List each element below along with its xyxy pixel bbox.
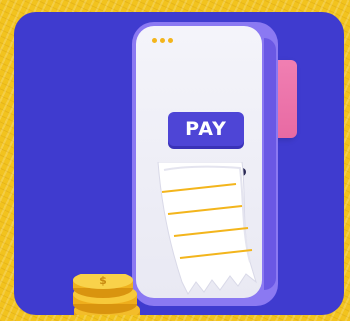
- receipt-icon: [157, 162, 257, 295]
- dot: [160, 38, 165, 43]
- phone-edge: [264, 38, 276, 290]
- illustration-card: PAY $: [14, 12, 344, 315]
- pay-button[interactable]: PAY: [168, 112, 244, 146]
- dot: [152, 38, 157, 43]
- dot: [168, 38, 173, 43]
- dollar-icon: $: [99, 274, 107, 287]
- window-dots-icon: [152, 38, 173, 43]
- coin-stack-icon: $: [73, 274, 140, 315]
